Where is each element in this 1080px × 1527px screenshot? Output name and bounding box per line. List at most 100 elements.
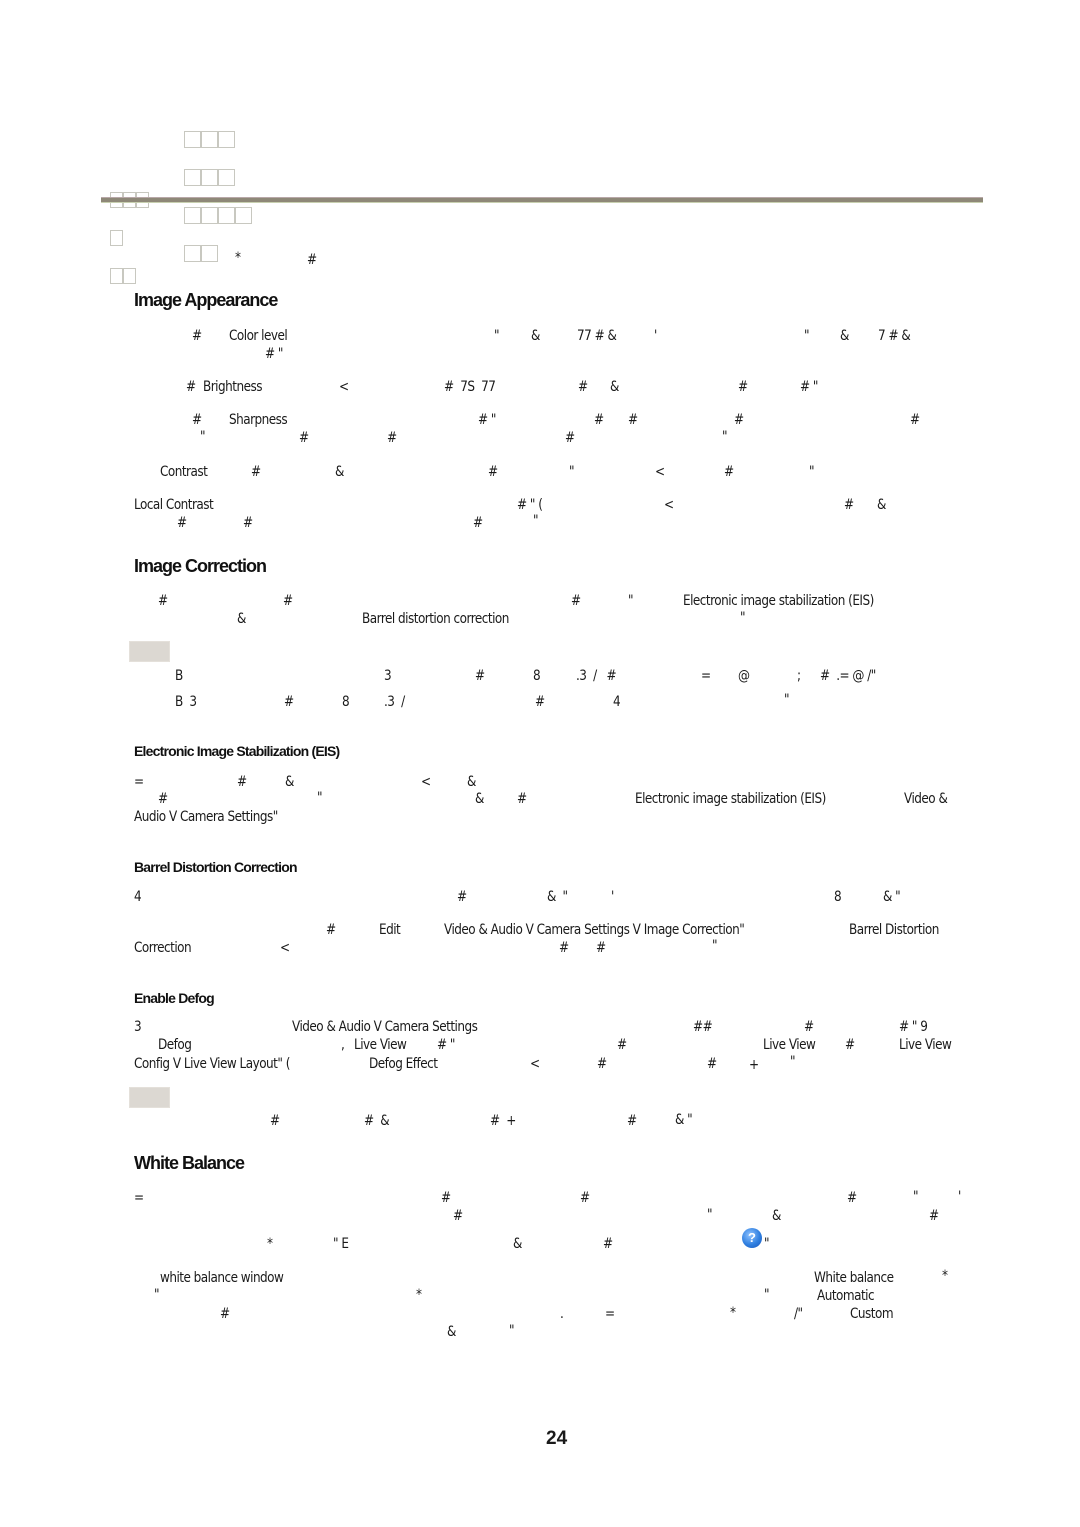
fragment: # " ( <box>517 497 543 513</box>
edit-button-label: Edit <box>379 922 401 938</box>
fragment: # <box>910 412 920 428</box>
fragment: = <box>134 1190 144 1206</box>
fragment: # <box>192 328 202 344</box>
fragment: # <box>284 694 294 710</box>
title-word-4 <box>184 243 219 262</box>
fragment: " <box>154 1287 160 1303</box>
fragment: = <box>605 1306 615 1322</box>
section-subtitle <box>101 170 154 284</box>
heading-barrel-distortion: Barrel Distortion Correction <box>134 859 298 875</box>
fragment: " <box>804 328 810 344</box>
fragment: # <box>488 464 498 480</box>
fragment: # <box>220 1306 230 1322</box>
wb-window-label: white balance window <box>160 1270 284 1286</box>
barrel-option-label: Barrel distortion correction <box>362 611 509 627</box>
fragment: # <box>270 1113 280 1129</box>
fragment: " <box>740 610 746 626</box>
fragment: # " 9 <box>899 1019 928 1035</box>
local-contrast-label: Local Contrast <box>134 497 214 513</box>
fragment: # " <box>800 379 818 395</box>
menu-path: Video & <box>904 791 948 807</box>
fragment: # 7S 77 <box>444 379 496 395</box>
fragment: * <box>730 1305 736 1321</box>
contrast-label: Contrast <box>160 464 208 480</box>
fragment: 4 <box>613 694 621 710</box>
fragment: # <box>734 412 744 428</box>
fragment: < <box>664 497 674 513</box>
fragment: # <box>517 791 527 807</box>
fragment: # <box>475 668 485 684</box>
fragment: # <box>571 593 581 609</box>
defog-option-label: Defog <box>158 1037 192 1053</box>
fragment: ' <box>611 889 614 905</box>
fragment: # <box>299 430 309 446</box>
fragment: # <box>627 1113 637 1129</box>
fragment: # <box>453 1208 463 1224</box>
fragment: # <box>186 379 196 395</box>
title-word-2 <box>184 167 236 186</box>
fragment: & " <box>883 889 901 905</box>
fragment: # <box>251 464 261 480</box>
barrel-option-label: Barrel Distortion <box>849 922 939 938</box>
fragment: 8 <box>834 889 842 905</box>
fragment: * <box>416 1287 422 1303</box>
fragment: /" <box>794 1306 803 1322</box>
live-view-label: Live View <box>899 1037 952 1053</box>
wb-setting-label: White balance <box>814 1270 894 1286</box>
subtitle-word-3 <box>110 265 137 284</box>
fragment: # <box>724 464 734 480</box>
heading-eis: Electronic Image Stabilization (EIS) <box>134 743 340 759</box>
fragment: # <box>326 922 336 938</box>
fragment: 4 <box>134 889 142 905</box>
fragment: # <box>441 1190 451 1206</box>
fragment: 3 <box>134 1019 142 1035</box>
fragment: , <box>341 1037 345 1053</box>
fragment: .3 / <box>384 694 405 710</box>
fragment: = <box>134 774 144 790</box>
fragment: # <box>192 412 202 428</box>
fragment: & <box>513 1236 522 1252</box>
fragment: # " <box>265 346 283 362</box>
chapter-title <box>175 110 253 262</box>
fragment: 3 <box>384 668 392 684</box>
fragment: # <box>628 412 638 428</box>
wb-option-automatic: Automatic <box>817 1288 875 1304</box>
fragment: ' <box>958 1189 961 1205</box>
fragment: # " <box>478 412 496 428</box>
menu-path: Audio V Camera Settings" <box>134 809 278 825</box>
fragment: = <box>701 668 711 684</box>
menu-path: Video & Audio V Camera Settings V Image … <box>444 922 745 938</box>
fragment: # <box>929 1208 939 1224</box>
fragment: ; <box>797 668 801 684</box>
fragment: & <box>335 464 344 480</box>
live-view-label: Live View <box>763 1037 816 1053</box>
fragment: < <box>339 379 349 395</box>
fragment: & " <box>675 1112 693 1128</box>
fragment: # <box>158 791 168 807</box>
fragment: .3 / # <box>576 668 617 684</box>
fragment: # <box>243 515 253 531</box>
fragment: & <box>772 1208 781 1224</box>
fragment: " <box>494 328 500 344</box>
fragment: " <box>317 790 323 806</box>
fragment: # + <box>490 1113 516 1129</box>
fragment: & <box>475 791 484 807</box>
fragment: & <box>531 328 540 344</box>
fragment: " <box>784 692 790 708</box>
fragment: # <box>473 515 483 531</box>
fragment: " <box>809 464 815 480</box>
fragment: B 3 <box>175 694 197 710</box>
fragment: # <box>603 1236 613 1252</box>
fragment: . <box>560 1306 564 1322</box>
fragment: # <box>559 940 569 956</box>
fragment: + <box>749 1057 759 1073</box>
fragment: # <box>177 515 187 531</box>
subtitle-word-2 <box>110 227 124 246</box>
intro-hash: # <box>307 252 317 268</box>
help-icon[interactable]: ? <box>742 1228 762 1248</box>
fragment: 8 <box>533 668 541 684</box>
fragment: & " <box>547 889 568 905</box>
fragment: & <box>610 379 619 395</box>
heading-white-balance: White Balance <box>134 1153 245 1173</box>
fragment: * <box>267 1236 273 1252</box>
